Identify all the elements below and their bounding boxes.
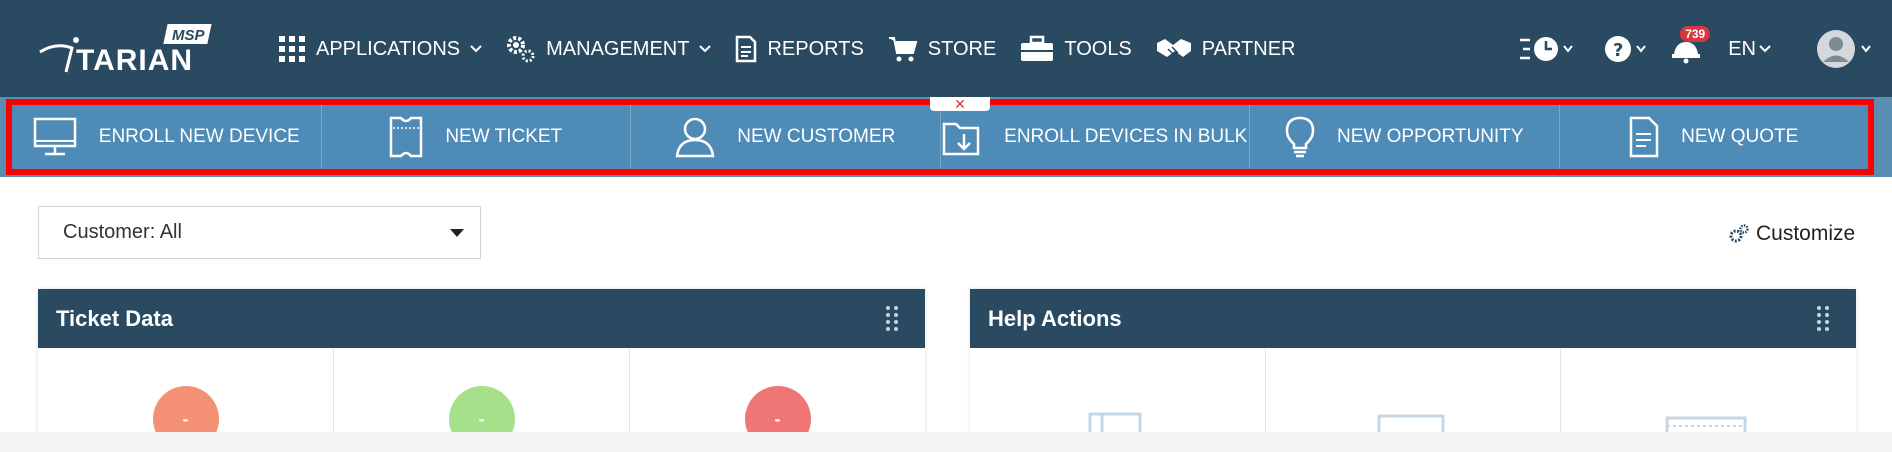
language-selector[interactable]: EN — [1728, 38, 1772, 61]
nav-label: MANAGEMENT — [546, 37, 690, 60]
help-actions-widget: Help Actions — [970, 289, 1856, 452]
close-icon: ✕ — [954, 96, 966, 112]
gears-icon — [1729, 224, 1749, 243]
drag-handle-icon[interactable] — [1816, 305, 1830, 333]
lightbulb-icon — [1285, 116, 1315, 158]
quote-document-icon — [1629, 116, 1659, 158]
nav-label: REPORTS — [767, 37, 864, 60]
new-quote-button[interactable]: NEW QUOTE — [1560, 105, 1869, 169]
handshake-icon — [1156, 39, 1191, 57]
new-customer-button[interactable]: NEW CUSTOMER — [631, 105, 941, 169]
close-quick-actions-button[interactable]: ✕ — [930, 97, 990, 111]
nav-partner[interactable]: PARTNER — [1156, 35, 1296, 63]
logo-wordmark: TARIAN — [76, 44, 193, 76]
customize-label: Customize — [1756, 222, 1856, 245]
quick-action-label: NEW CUSTOMER — [737, 126, 896, 147]
folder-download-icon — [942, 122, 980, 156]
chevron-down-icon — [699, 45, 712, 53]
nav-applications[interactable]: APPLICATIONS — [278, 35, 482, 63]
nav-tools[interactable]: TOOLS — [1020, 35, 1132, 63]
gears-icon — [507, 36, 535, 63]
page-bottom-fade — [0, 432, 1892, 452]
customer-filter-select[interactable]: Customer: All — [38, 206, 481, 259]
nav-label: STORE — [927, 37, 997, 60]
recent-history-menu[interactable] — [1518, 34, 1576, 64]
history-clock-icon — [1520, 37, 1573, 61]
toolbox-icon — [1021, 35, 1054, 61]
monitor-icon — [33, 117, 77, 156]
nav-label: TOOLS — [1064, 37, 1132, 60]
enroll-devices-in-bulk-button[interactable]: ENROLL DEVICES IN BULK — [941, 105, 1250, 169]
enroll-new-device-button[interactable]: ENROLL NEW DEVICE — [12, 105, 322, 169]
user-profile-menu[interactable] — [1816, 29, 1874, 69]
new-ticket-button[interactable]: NEW TICKET — [322, 105, 631, 169]
grid-icon — [279, 36, 305, 62]
nav-reports[interactable]: REPORTS — [735, 35, 864, 63]
drag-handle-icon[interactable] — [885, 305, 899, 333]
quick-action-label: ENROLL NEW DEVICE — [98, 126, 300, 147]
dropdown-caret-icon — [450, 229, 464, 237]
ticket-data-widget: Ticket Data - - - — [38, 289, 925, 452]
document-icon — [736, 35, 757, 63]
widget-header: Help Actions — [970, 289, 1856, 348]
chevron-down-icon — [1759, 45, 1771, 53]
quick-action-label: NEW QUOTE — [1681, 126, 1799, 147]
quick-action-label: NEW OPPORTUNITY — [1337, 126, 1524, 147]
ticket-stat-value: - — [774, 408, 781, 429]
new-opportunity-button[interactable]: NEW OPPORTUNITY — [1250, 105, 1560, 169]
logo-badge: MSP — [172, 27, 206, 44]
widget-header: Ticket Data — [38, 289, 925, 348]
notifications-button[interactable]: 739 — [1670, 26, 1711, 64]
nav-label: PARTNER — [1201, 37, 1296, 60]
help-question-icon: ? — [1605, 36, 1646, 62]
itarian-msp-logo[interactable]: TARIAN MSP — [36, 22, 216, 77]
nav-store[interactable]: STORE — [888, 35, 997, 63]
nav-utilities: ? 739 EN — [1518, 24, 1892, 74]
customize-button[interactable]: Customize — [1728, 222, 1855, 246]
help-menu[interactable]: ? — [1604, 34, 1648, 64]
main-menu: APPLICATIONS MANAGEMENT REPORTS STORE TO… — [278, 28, 1320, 70]
svg-text:?: ? — [1613, 40, 1623, 61]
widget-title: Help Actions — [988, 305, 1122, 331]
top-navigation-bar: TARIAN MSP APPLICATIONS MANAGEMENT REPOR… — [0, 0, 1892, 97]
customer-filter-value: Customer: All — [63, 221, 182, 243]
notification-count-badge: 739 — [1680, 26, 1711, 42]
quick-action-label: NEW TICKET — [445, 126, 563, 147]
cart-icon — [888, 37, 918, 62]
user-icon — [675, 117, 715, 158]
avatar-icon — [1817, 30, 1871, 68]
ticket-icon — [390, 116, 423, 158]
nav-management[interactable]: MANAGEMENT — [506, 35, 712, 63]
widget-title: Ticket Data — [56, 305, 173, 331]
chevron-down-icon — [470, 45, 482, 53]
ticket-stat-value: - — [182, 408, 189, 429]
language-label: EN — [1728, 37, 1756, 60]
quick-action-label: ENROLL DEVICES IN BULK — [1004, 126, 1248, 147]
ticket-stat-value: - — [478, 408, 485, 429]
nav-label: APPLICATIONS — [316, 37, 461, 60]
